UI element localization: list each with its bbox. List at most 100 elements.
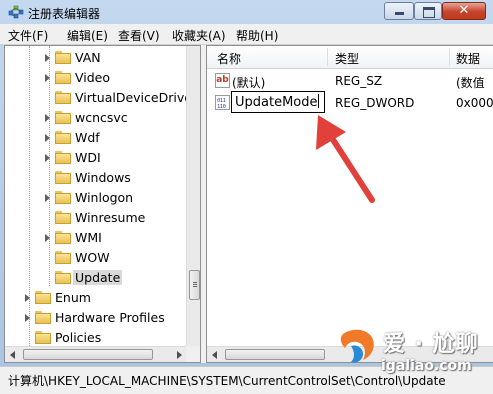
expand-arrow-icon[interactable] (45, 234, 50, 242)
list-hscroll-thumb[interactable] (225, 349, 325, 360)
list-header: 名称 类型 数据 (207, 46, 493, 69)
scroll-left-icon[interactable] (212, 351, 217, 359)
rename-input[interactable]: UpdateMode (231, 91, 325, 113)
expand-arrow-icon[interactable] (25, 294, 30, 302)
expand-arrow-icon[interactable] (45, 74, 50, 82)
menu-bar: 文件(F) 编辑(E) 查看(V) 收藏夹(A) 帮助(H) (0, 24, 493, 45)
folder-icon (55, 111, 71, 124)
tree-item[interactable]: Windows (5, 168, 185, 188)
watermark-logo-icon (340, 329, 374, 363)
folder-icon (35, 311, 51, 324)
grip-line (193, 286, 197, 287)
menu-help[interactable]: 帮助(H) (236, 27, 278, 44)
window-title: 注册表编辑器 (28, 7, 101, 21)
close-button[interactable]: ✕ (442, 2, 486, 20)
expand-arrow-icon[interactable] (45, 134, 50, 142)
tree-item[interactable]: VirtualDeviceDriver (5, 88, 197, 108)
title-bar[interactable]: 注册表编辑器 ✕ (0, 0, 493, 24)
tree-item-label: Windows (75, 170, 131, 185)
tree-item[interactable]: Hardware Profiles (5, 308, 185, 328)
value-type: REG_SZ (335, 74, 383, 88)
folder-icon (55, 131, 71, 144)
folder-icon (55, 231, 71, 244)
list-row[interactable]: 011 110 UpdateMode REG_DWORD 0x000 (207, 91, 493, 113)
value-name: (默认) (232, 76, 266, 90)
scroll-right-icon[interactable] (177, 351, 182, 359)
expand-arrow-icon[interactable] (45, 194, 50, 202)
folder-icon (55, 191, 71, 204)
folder-icon (35, 331, 51, 344)
watermark-brand: 爱 · 尬聊 (383, 332, 479, 357)
scrollbar-corner (186, 346, 200, 362)
tree-item-label: WDI (75, 150, 101, 165)
string-value-icon: ab (215, 73, 230, 88)
tree-item-label: VAN (75, 50, 101, 65)
expand-arrow-icon[interactable] (45, 154, 50, 162)
tree-scroll-thumb[interactable] (189, 270, 200, 300)
svg-text:110: 110 (217, 104, 226, 109)
tree-item-label: WOW (75, 250, 110, 265)
tree-item[interactable]: Enum (5, 288, 185, 308)
folder-icon (55, 151, 71, 164)
column-data[interactable]: 数据 (456, 50, 480, 67)
tree-item-label: Hardware Profiles (55, 310, 165, 325)
column-type[interactable]: 类型 (335, 50, 359, 67)
folder-icon (55, 51, 71, 64)
close-icon: ✕ (458, 3, 470, 18)
menu-view[interactable]: 查看(V) (118, 27, 160, 44)
tree-horizontal-scrollbar[interactable] (5, 346, 186, 362)
folder-icon (55, 91, 71, 104)
tree-item[interactable]: WDI (5, 148, 185, 168)
values-list-pane[interactable]: 名称 类型 数据 ab (默认) REG_SZ (数值 011 110 Upda… (206, 45, 493, 363)
text-caret (317, 94, 319, 108)
tree-item-label: Enum (55, 290, 91, 305)
tree-item[interactable]: wcncsvc (5, 108, 185, 128)
tree-item-label: WMI (75, 230, 102, 245)
tree-item-label: wcncsvc (75, 110, 128, 125)
value-data: (数值 (456, 76, 485, 90)
tree-item-label: Video (75, 70, 111, 85)
folder-icon (55, 171, 71, 184)
maximize-icon (423, 7, 435, 18)
dword-value-icon: 011 110 (215, 95, 230, 110)
minimize-button[interactable] (384, 2, 414, 20)
menu-edit[interactable]: 编辑(E) (67, 27, 108, 44)
tree-item[interactable]: Wdf (5, 128, 185, 148)
tree-item[interactable]: Winresume (5, 208, 185, 228)
tree-item-label: Policies (55, 330, 102, 345)
tree-item[interactable]: VAN (5, 48, 185, 68)
watermark-domain: igaliao.com (381, 358, 472, 374)
tree-item[interactable]: WMI (5, 228, 185, 248)
expand-arrow-icon[interactable] (45, 114, 50, 122)
column-name[interactable]: 名称 (217, 50, 241, 67)
tree-item[interactable]: Update (5, 268, 185, 288)
rename-input-value: UpdateMode (235, 95, 318, 110)
value-data: 0x000 (456, 96, 493, 110)
regedit-window: 注册表编辑器 ✕ 文件(F) 编辑(E) 查看(V) 收藏夹(A) 帮助(H) … (0, 0, 493, 394)
tree-item-label: Winresume (75, 210, 146, 225)
menu-favorites[interactable]: 收藏夹(A) (172, 27, 226, 44)
folder-icon (55, 251, 71, 264)
registry-tree-pane[interactable]: VAN Video VirtualDeviceDriver wcncsvc Wdf WDI… (4, 45, 201, 363)
expand-arrow-icon[interactable] (25, 314, 30, 322)
tree-item[interactable]: WOW (5, 248, 185, 268)
scroll-left-icon[interactable] (10, 351, 15, 359)
grip-line (193, 284, 197, 285)
maximize-button[interactable] (414, 2, 442, 20)
tree-item[interactable]: Policies (5, 328, 185, 348)
tree-item-label: Winlogon (75, 190, 134, 205)
tree-item[interactable]: Winlogon (5, 188, 185, 208)
column-divider[interactable] (449, 48, 450, 66)
dword-binary-glyph: 011 110 (217, 98, 226, 110)
tree-item[interactable]: Video (5, 68, 185, 88)
column-divider[interactable] (327, 48, 328, 66)
folder-icon (35, 291, 51, 304)
tree-item-label: Wdf (75, 130, 100, 145)
tree-hscroll-thumb[interactable] (23, 349, 153, 360)
value-type: REG_DWORD (335, 96, 415, 110)
list-row[interactable]: ab (默认) REG_SZ (数值 (207, 71, 493, 91)
grip-line (193, 282, 197, 283)
menu-file[interactable]: 文件(F) (8, 27, 48, 44)
tree-vertical-scrollbar[interactable] (186, 46, 200, 346)
expand-arrow-icon[interactable] (45, 54, 50, 62)
